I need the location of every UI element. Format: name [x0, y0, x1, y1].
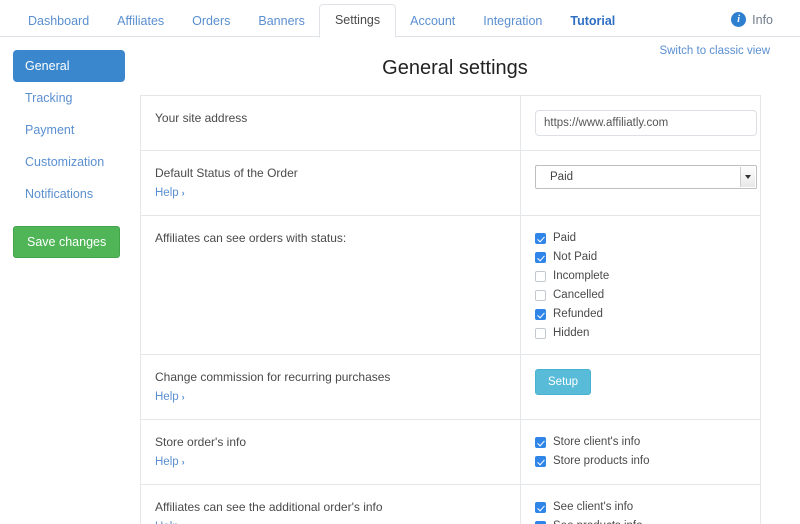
row-control: Store client's info Store products info	[521, 420, 760, 484]
checkbox-checked-icon[interactable]	[535, 456, 546, 467]
tab-tutorial[interactable]: Tutorial	[556, 5, 629, 38]
checkbox-checked-icon[interactable]	[535, 437, 546, 448]
checkbox-label: Paid	[553, 232, 577, 244]
recurring-commission-label: Change commission for recurring purchase…	[155, 370, 391, 384]
additional-order-info-checkbox-group: See client's info See products info	[535, 499, 746, 524]
checkbox-checked-icon[interactable]	[535, 309, 546, 320]
setup-button[interactable]: Setup	[535, 369, 592, 395]
checkbox-label: Store client's info	[553, 436, 641, 448]
settings-page: Dashboard Affiliates Orders Banners Settings…	[0, 0, 800, 524]
checkbox-label: Hidden	[553, 327, 590, 339]
checkbox-checked-icon[interactable]	[535, 252, 546, 263]
row-additional-order-info: Affiliates can see the additional order'…	[141, 485, 760, 524]
tab-account[interactable]: Account	[396, 5, 469, 38]
tab-dashboard[interactable]: Dashboard	[14, 5, 103, 38]
site-address-label: Your site address	[155, 111, 248, 125]
checkbox-incomplete[interactable]: Incomplete	[535, 270, 746, 283]
info-label: Info	[752, 12, 773, 27]
row-control: Paid	[521, 151, 771, 215]
default-status-select[interactable]: Paid	[535, 165, 757, 189]
additional-order-info-label: Affiliates can see the additional order'…	[155, 500, 383, 514]
top-navigation: Dashboard Affiliates Orders Banners Settings…	[0, 0, 800, 38]
checkbox-label: Refunded	[553, 308, 603, 320]
checkbox-hidden[interactable]: Hidden	[535, 327, 746, 340]
checkbox-unchecked-icon[interactable]	[535, 271, 546, 282]
row-visible-statuses: Affiliates can see orders with status: P…	[141, 216, 760, 355]
row-site-address: Your site address	[141, 96, 760, 151]
checkbox-label: Store products info	[553, 455, 650, 467]
chevron-right-icon: ›	[181, 457, 185, 467]
chevron-right-icon: ›	[182, 519, 185, 524]
row-control: See client's info See products info	[521, 485, 760, 524]
tab-affiliates[interactable]: Affiliates	[103, 5, 178, 38]
checkbox-see-products-info[interactable]: See products info	[535, 520, 746, 524]
chevron-right-icon: ›	[181, 188, 185, 198]
checkbox-store-products-info[interactable]: Store products info	[535, 455, 746, 468]
visible-statuses-checkbox-group: Paid Not Paid Incomplete Cancelled Refunded H…	[535, 230, 746, 340]
help-link[interactable]: Help ›	[155, 519, 185, 524]
sidebar-item-customization[interactable]: Customization	[13, 146, 125, 178]
tab-orders[interactable]: Orders	[178, 5, 244, 38]
info-circle-icon: i	[731, 12, 747, 27]
sidebar-item-payment[interactable]: Payment	[13, 114, 125, 146]
switch-to-classic-view-link[interactable]: Switch to classic view	[659, 45, 770, 57]
chevron-right-icon: ›	[181, 392, 185, 402]
default-status-label: Default Status of the Order	[155, 166, 298, 180]
help-link[interactable]: Help ›	[155, 454, 185, 470]
row-label: Affiliates can see orders with status:	[141, 216, 521, 354]
checkbox-refunded[interactable]: Refunded	[535, 308, 746, 321]
chevron-down-icon[interactable]	[740, 167, 755, 187]
row-default-status: Default Status of the Order Help › Paid	[141, 151, 760, 216]
row-label: Store order's info Help ›	[141, 420, 521, 484]
page-title: General settings	[382, 57, 528, 79]
row-label: Default Status of the Order Help ›	[141, 151, 521, 215]
checkbox-checked-icon[interactable]	[535, 502, 546, 513]
checkbox-label: Cancelled	[553, 289, 605, 301]
sidebar-item-notifications[interactable]: Notifications	[13, 178, 125, 210]
checkbox-label: See products info	[553, 520, 643, 524]
row-store-order-info: Store order's info Help › Store client's…	[141, 420, 760, 485]
sidebar-item-tracking[interactable]: Tracking	[13, 82, 125, 114]
default-status-selected-value: Paid	[550, 171, 574, 183]
checkbox-not-paid[interactable]: Not Paid	[535, 251, 746, 264]
checkbox-checked-icon[interactable]	[535, 233, 546, 244]
save-changes-button[interactable]: Save changes	[13, 226, 121, 258]
help-label: Help	[155, 519, 179, 524]
row-control: Paid Not Paid Incomplete Cancelled Refunded H…	[521, 216, 760, 354]
sidebar-item-general[interactable]: General	[13, 50, 125, 82]
row-control: Setup	[521, 355, 760, 419]
help-link[interactable]: Help ›	[155, 185, 185, 201]
settings-sidebar: General Tracking Payment Customization Notif…	[13, 50, 125, 258]
info-button[interactable]: i Info	[731, 12, 773, 27]
store-order-info-label: Store order's info	[155, 435, 247, 449]
help-label: Help	[155, 391, 179, 403]
row-control	[521, 96, 771, 150]
help-link[interactable]: Help ›	[155, 389, 185, 405]
row-label: Change commission for recurring purchase…	[141, 355, 521, 419]
checkbox-label: Incomplete	[553, 270, 610, 282]
checkbox-see-client-s-info[interactable]: See client's info	[535, 501, 746, 514]
row-label: Your site address	[141, 96, 521, 150]
help-label: Help	[155, 187, 179, 199]
checkbox-label: See client's info	[553, 501, 634, 513]
row-recurring-commission: Change commission for recurring purchase…	[141, 355, 760, 420]
checkbox-paid[interactable]: Paid	[535, 232, 746, 245]
settings-table: Your site address Default Status of the …	[140, 95, 761, 524]
visible-statuses-label: Affiliates can see orders with status:	[155, 231, 347, 245]
checkbox-unchecked-icon[interactable]	[535, 290, 546, 301]
store-order-info-checkbox-group: Store client's info Store products info	[535, 434, 746, 468]
checkbox-label: Not Paid	[553, 251, 598, 263]
checkbox-cancelled[interactable]: Cancelled	[535, 289, 746, 302]
checkbox-unchecked-icon[interactable]	[535, 328, 546, 339]
checkbox-store-client-s-info[interactable]: Store client's info	[535, 436, 746, 449]
tab-banners[interactable]: Banners	[244, 5, 319, 38]
site-address-input[interactable]	[535, 110, 757, 136]
main-tabs: Dashboard Affiliates Orders Banners Settings…	[14, 0, 629, 38]
row-label: Affiliates can see the additional order'…	[141, 485, 521, 524]
tab-settings[interactable]: Settings	[318, 4, 397, 38]
help-label: Help	[155, 456, 179, 468]
tab-integration[interactable]: Integration	[469, 5, 556, 38]
